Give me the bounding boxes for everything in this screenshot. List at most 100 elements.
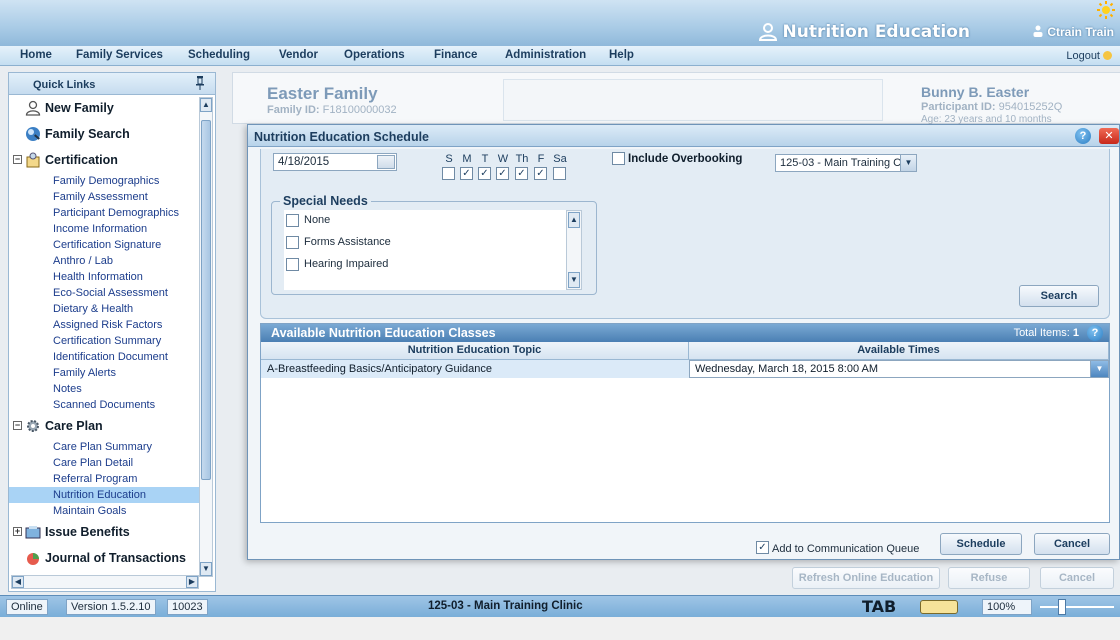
- menu-bar: Home Family Services Scheduling Vendor O…: [0, 46, 1120, 66]
- nav-link-nutrition-education[interactable]: Nutrition Education: [9, 487, 201, 503]
- day-checkbox-sun[interactable]: [442, 167, 455, 180]
- include-overbooking-checkbox[interactable]: [612, 152, 625, 165]
- sun-icon: [1097, 1, 1115, 19]
- day-checkbox-wed[interactable]: ✓: [496, 167, 509, 180]
- refresh-online-education-button[interactable]: Refresh Online Education: [792, 567, 940, 589]
- scroll-down-button[interactable]: ▼: [200, 562, 212, 576]
- add-to-queue-checkbox[interactable]: ✓: [756, 541, 769, 554]
- scroll-up-button[interactable]: ▲: [200, 98, 212, 112]
- participant-avatars[interactable]: [503, 79, 883, 121]
- nav-link-income-information[interactable]: Income Information: [9, 221, 201, 237]
- scroll-up-button[interactable]: ▲: [568, 212, 580, 228]
- family-header: Easter Family Family ID: F18100000032 Bu…: [232, 72, 1120, 125]
- nav-link-maintain-goals[interactable]: Maintain Goals: [9, 503, 201, 519]
- nav-link-eco-social-assessment[interactable]: Eco-Social Assessment: [9, 285, 201, 301]
- nav-issue-benefits[interactable]: + Issue Benefits: [9, 519, 201, 545]
- zoom-slider-track[interactable]: [1040, 606, 1114, 608]
- refuse-button[interactable]: Refuse: [948, 567, 1030, 589]
- menu-administration[interactable]: Administration: [505, 49, 586, 61]
- nav-link-certification-signature[interactable]: Certification Signature: [9, 237, 201, 253]
- zoom-slider-thumb[interactable]: [1058, 599, 1066, 615]
- cancel-button[interactable]: Cancel: [1034, 533, 1110, 555]
- nav-link-participant-demographics[interactable]: Participant Demographics: [9, 205, 201, 221]
- column-header-topic[interactable]: Nutrition Education Topic: [261, 342, 689, 360]
- quick-links-header: Quick Links: [9, 73, 215, 95]
- chevron-down-icon[interactable]: ▼: [1090, 361, 1108, 377]
- nav-link-family-assessment[interactable]: Family Assessment: [9, 189, 201, 205]
- day-checkbox-thu[interactable]: ✓: [515, 167, 528, 180]
- expand-toggle[interactable]: +: [13, 527, 22, 536]
- calendar-icon[interactable]: [377, 155, 395, 169]
- day-checkbox-mon[interactable]: ✓: [460, 167, 473, 180]
- checkbox[interactable]: [286, 214, 299, 227]
- nav-care-plan[interactable]: − Care Plan: [9, 413, 201, 439]
- schedule-button[interactable]: Schedule: [940, 533, 1022, 555]
- nav-journal-of-transactions[interactable]: Journal of Transactions: [9, 545, 201, 571]
- nav-link-referral-program[interactable]: Referral Program: [9, 471, 201, 487]
- scroll-left-button[interactable]: ◀: [12, 576, 24, 588]
- special-need-none[interactable]: None: [284, 210, 582, 232]
- help-icon[interactable]: ?: [1087, 325, 1103, 341]
- menu-family-services[interactable]: Family Services: [76, 49, 163, 61]
- scroll-down-button[interactable]: ▼: [568, 272, 580, 288]
- search-button[interactable]: Search: [1019, 285, 1099, 307]
- nav-horizontal-scrollbar[interactable]: ◀ ▶: [11, 575, 199, 589]
- day-checkbox-fri[interactable]: ✓: [534, 167, 547, 180]
- nav-link-certification-summary[interactable]: Certification Summary: [9, 333, 201, 349]
- menu-operations[interactable]: Operations: [344, 49, 405, 61]
- nav-link-anthro-lab[interactable]: Anthro / Lab: [9, 253, 201, 269]
- nav-link-family-demographics[interactable]: Family Demographics: [9, 173, 201, 189]
- checkbox[interactable]: [286, 258, 299, 271]
- day-label-wed: W: [497, 153, 509, 165]
- menu-help[interactable]: Help: [609, 49, 634, 61]
- nav-family-search[interactable]: Family Search: [9, 121, 201, 147]
- chevron-down-icon[interactable]: ▼: [900, 155, 916, 171]
- help-icon[interactable]: ?: [1075, 128, 1091, 144]
- app-title: Nutrition Education: [758, 22, 970, 42]
- user-icon: [1033, 25, 1043, 37]
- collapse-toggle[interactable]: −: [13, 155, 22, 164]
- table-row[interactable]: A-Breastfeeding Basics/Anticipatory Guid…: [261, 360, 1109, 378]
- special-needs-group: Special Needs None Forms Assistance Hear…: [271, 194, 597, 295]
- special-need-forms-assistance[interactable]: Forms Assistance: [284, 232, 582, 254]
- nav-link-care-plan-summary[interactable]: Care Plan Summary: [9, 439, 201, 455]
- nav-link-scanned-documents[interactable]: Scanned Documents: [9, 397, 201, 413]
- menu-finance[interactable]: Finance: [434, 49, 477, 61]
- pin-icon[interactable]: [195, 76, 205, 90]
- user-name[interactable]: Ctrain Train: [1033, 25, 1114, 39]
- nav-link-identification-document[interactable]: Identification Document: [9, 349, 201, 365]
- nav-link-health-information[interactable]: Health Information: [9, 269, 201, 285]
- day-checkbox-tue[interactable]: ✓: [478, 167, 491, 180]
- nav-link-assigned-risk-factors[interactable]: Assigned Risk Factors: [9, 317, 201, 333]
- keyboard-icon[interactable]: [920, 600, 958, 614]
- special-needs-scrollbar[interactable]: ▲ ▼: [566, 210, 582, 290]
- day-checkbox-sat[interactable]: [553, 167, 566, 180]
- nav-link-family-alerts[interactable]: Family Alerts: [9, 365, 201, 381]
- menu-home[interactable]: Home: [20, 49, 52, 61]
- background-cancel-button[interactable]: Cancel: [1040, 567, 1114, 589]
- menu-scheduling[interactable]: Scheduling: [188, 49, 250, 61]
- nav-link-dietary-health[interactable]: Dietary & Health: [9, 301, 201, 317]
- available-time-select[interactable]: Wednesday, March 18, 2015 8:00 AM ▼: [689, 360, 1109, 378]
- nav-scrollbar[interactable]: ▲ ▼: [199, 97, 213, 577]
- status-tab: TAB: [862, 597, 897, 616]
- scroll-right-button[interactable]: ▶: [186, 576, 198, 588]
- column-header-available-times[interactable]: Available Times: [689, 342, 1109, 360]
- close-icon[interactable]: ✕: [1099, 128, 1119, 144]
- family-name: Easter Family: [267, 84, 378, 103]
- nav-new-family[interactable]: New Family: [9, 95, 201, 121]
- checkbox[interactable]: [286, 236, 299, 249]
- scroll-thumb[interactable]: [201, 120, 211, 480]
- collapse-toggle[interactable]: −: [13, 421, 22, 430]
- logout-icon: [1103, 51, 1112, 60]
- logout-link[interactable]: Logout: [1066, 50, 1112, 62]
- nav-certification[interactable]: − Certification: [9, 147, 201, 173]
- nav-link-notes[interactable]: Notes: [9, 381, 201, 397]
- clinic-select[interactable]: 125-03 - Main Training Clinic ▼: [775, 154, 917, 172]
- chart-icon: [27, 553, 39, 565]
- date-input[interactable]: 4/18/2015: [273, 153, 397, 171]
- menu-vendor[interactable]: Vendor: [279, 49, 318, 61]
- nav-link-care-plan-detail[interactable]: Care Plan Detail: [9, 455, 201, 471]
- special-need-hearing-impaired[interactable]: Hearing Impaired: [284, 254, 582, 276]
- add-to-queue-label: Add to Communication Queue: [772, 543, 920, 555]
